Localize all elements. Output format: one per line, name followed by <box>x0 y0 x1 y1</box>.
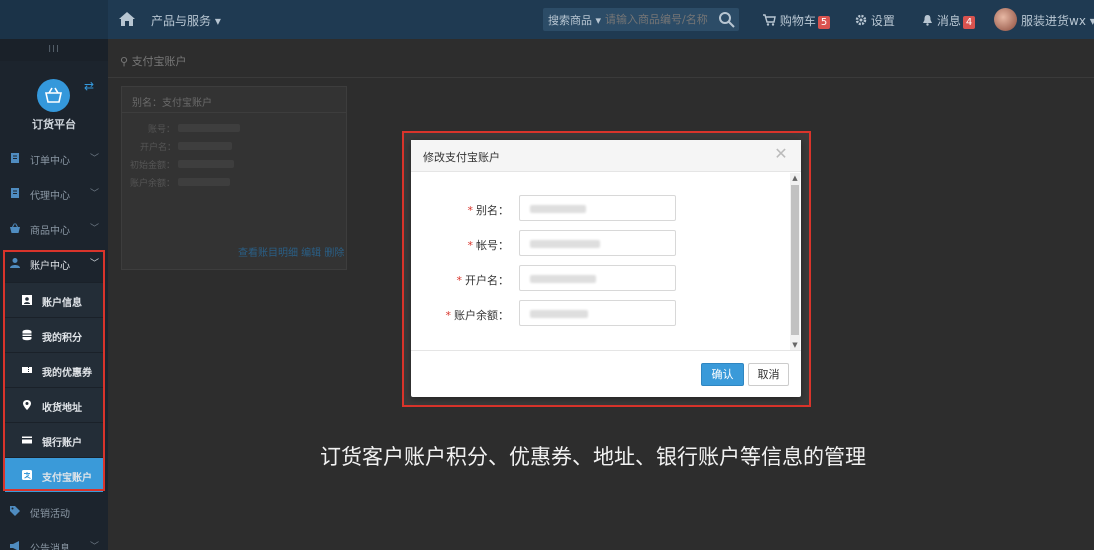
sidebar-item-orders[interactable]: 订单中心 ﹀ <box>0 141 108 176</box>
balance-field-row: * 账户余额： <box>411 300 791 328</box>
account-number-input[interactable] <box>519 230 676 256</box>
blurred-value <box>178 160 234 168</box>
document-icon <box>11 188 19 198</box>
scroll-thumb[interactable] <box>791 185 799 335</box>
search-category-select[interactable]: 搜索商品 ▾ <box>548 12 601 28</box>
breadcrumb: ⚲ 支付宝账户 <box>120 53 187 69</box>
required-mark: * <box>456 274 463 287</box>
sidebar-item-label: 代理中心 <box>30 191 70 202</box>
dialog-scrollbar[interactable]: ▲ ▼ <box>790 173 800 350</box>
bell-icon <box>923 15 932 26</box>
account-center-highlight <box>3 250 105 491</box>
document-icon <box>11 153 19 163</box>
sidebar-item-label: 商品中心 <box>30 226 70 237</box>
cart-button[interactable]: 购物车 5 <box>763 12 831 29</box>
messages-label: 消息 <box>936 14 961 28</box>
settings-label: 设置 <box>870 14 895 28</box>
chevron-down-icon: ﹀ <box>90 189 100 199</box>
account-holder-input[interactable] <box>519 265 676 291</box>
blurred-value <box>530 205 586 213</box>
divider <box>108 77 1094 78</box>
alias-input[interactable] <box>519 195 676 221</box>
basket-icon <box>37 79 70 112</box>
blurred-value <box>530 275 596 283</box>
brand-name: 订货平台 <box>32 118 76 131</box>
feature-caption: 订货客户账户积分、优惠券、地址、银行账户等信息的管理 <box>320 445 866 469</box>
field-label: * 帐号： <box>467 239 510 252</box>
cart-count-badge: 5 <box>817 16 831 29</box>
holder-field-row: * 开户名： <box>411 265 791 293</box>
scroll-down-arrow[interactable]: ▼ <box>790 340 800 350</box>
account-field-row: * 帐号： <box>411 230 791 258</box>
switch-icon[interactable]: ⇄ <box>84 79 94 93</box>
field-label: * 开户名： <box>456 274 510 287</box>
gear-icon <box>855 14 867 26</box>
breadcrumb-current: 支付宝账户 <box>131 55 187 68</box>
field-label: * 别名： <box>467 204 510 217</box>
sidebar-item-label: 促销活动 <box>30 509 70 520</box>
basket-icon <box>10 223 20 233</box>
edit-alipay-account-dialog: 修改支付宝账户 ✕ * 别名： * 帐号： * 开户名： * 账户余额： ▲ ▼ 确认 … <box>411 140 801 397</box>
cart-label: 购物车 <box>779 14 816 28</box>
megaphone-icon <box>10 541 19 550</box>
tag-icon <box>10 506 20 516</box>
blurred-value <box>178 124 240 132</box>
sidebar: III ⇄ 订货平台 订单中心 ﹀ 代理中心 ﹀ 商品中心 ﹀ 账户中心 ﹀ 账… <box>0 39 108 550</box>
sidebar-item-label: 公告消息 <box>30 544 70 550</box>
chevron-down-icon: ﹀ <box>90 154 100 164</box>
close-icon[interactable]: ✕ <box>773 146 789 162</box>
settings-button[interactable]: 设置 <box>855 12 895 29</box>
home-icon[interactable] <box>118 10 136 28</box>
card-label: 开户名： <box>140 143 177 153</box>
field-label: * 账户余额： <box>445 309 510 322</box>
dialog-title: 修改支付宝账户 <box>423 151 500 164</box>
card-label: 账号： <box>148 125 176 135</box>
required-mark: * <box>467 204 474 217</box>
blurred-value <box>178 178 230 186</box>
blurred-value <box>530 310 588 318</box>
card-action-links[interactable]: 查看账目明细 编辑 删除 <box>238 244 344 259</box>
search-input[interactable] <box>605 10 715 29</box>
alias-field-row: * 别名： <box>411 195 791 223</box>
logo-strip <box>0 0 108 39</box>
chevron-down-icon: ﹀ <box>90 542 100 550</box>
search-box: 搜索商品 ▾ <box>543 8 739 31</box>
balance-input[interactable] <box>519 300 676 326</box>
dialog-header: 修改支付宝账户 ✕ <box>411 140 801 172</box>
scroll-up-arrow[interactable]: ▲ <box>790 173 800 183</box>
blurred-value <box>178 142 232 150</box>
user-menu[interactable]: 服装进货wx ▾ <box>1021 12 1094 29</box>
cancel-button[interactable]: 取消 <box>748 363 789 386</box>
card-label: 账户余额： <box>130 179 176 189</box>
messages-count-badge: 4 <box>962 16 976 29</box>
sidebar-item-products[interactable]: 商品中心 ﹀ <box>0 211 108 246</box>
cart-icon <box>763 14 776 26</box>
search-icon[interactable] <box>718 11 736 28</box>
location-icon: ⚲ <box>120 55 129 68</box>
required-mark: * <box>445 309 452 322</box>
required-mark: * <box>467 239 474 252</box>
products-services-menu[interactable]: 产品与服务 ▾ <box>151 12 221 29</box>
card-title: 别名：支付宝账户 <box>122 87 346 113</box>
alipay-account-card: 别名：支付宝账户 账号： 开户名： 初始金额： 账户余额： 查看账目明细 编辑 … <box>121 86 347 270</box>
avatar[interactable] <box>994 8 1017 31</box>
sidebar-item-label: 订单中心 <box>30 156 70 167</box>
chevron-down-icon: ﹀ <box>90 224 100 234</box>
sidebar-item-announcements[interactable]: 公告消息 ﹀ <box>0 529 108 550</box>
messages-button[interactable]: 消息 4 <box>922 12 976 29</box>
dialog-footer-divider <box>411 350 801 351</box>
sidebar-item-agents[interactable]: 代理中心 ﹀ <box>0 176 108 211</box>
sidebar-collapse-handle[interactable]: III <box>0 39 108 61</box>
top-navigation-bar: 产品与服务 ▾ 搜索商品 ▾ 购物车5 设置 消息4 服装进货wx ▾ <box>0 0 1094 39</box>
sidebar-item-promotions[interactable]: 促销活动 <box>0 494 108 529</box>
confirm-button[interactable]: 确认 <box>701 363 744 386</box>
card-label: 初始金额： <box>130 161 176 171</box>
blurred-value <box>530 240 600 248</box>
